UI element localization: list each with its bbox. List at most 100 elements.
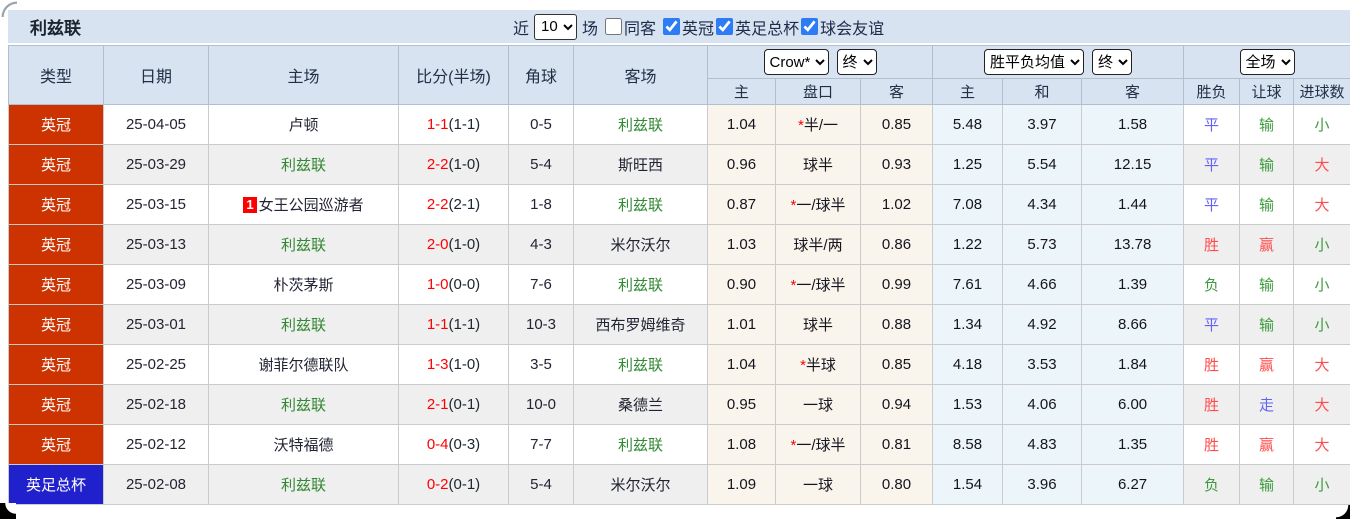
text-fragment: 利兹联 xyxy=(280,477,326,494)
text-fragment: 1-1 xyxy=(426,116,449,133)
league-filter[interactable]: 英冠 xyxy=(661,15,714,39)
text-fragment: (0-3) xyxy=(448,436,481,453)
avg-away-cell: 1.58 xyxy=(1081,104,1185,145)
handicap-result-cell: 输 xyxy=(1239,464,1295,505)
goals-cell: 小 xyxy=(1293,224,1350,265)
avg-away-cell: 6.00 xyxy=(1081,384,1185,425)
league-cell: 英冠 xyxy=(8,304,104,345)
text-fragment: (0-0) xyxy=(448,276,481,293)
handicap-cell: *半球 xyxy=(775,344,861,385)
text-fragment: 1-0 xyxy=(426,276,449,293)
avg-draw-cell: 4.34 xyxy=(1002,184,1083,225)
text-fragment: 利兹联 xyxy=(617,197,663,214)
home-team-cell: 卢顿 xyxy=(208,104,399,145)
home-odds-cell: 1.04 xyxy=(707,104,776,145)
average-state-select[interactable]: 终 xyxy=(1092,49,1133,75)
result-cell: 负 xyxy=(1183,264,1241,305)
matches-label: 场 xyxy=(582,20,599,38)
subcol-avg-draw: 和 xyxy=(1002,78,1083,105)
col-header-type: 类型 xyxy=(8,45,104,105)
handicap-cell: 一球 xyxy=(775,384,861,425)
league-label: 球会友谊 xyxy=(820,20,885,38)
goals-cell: 大 xyxy=(1293,144,1350,185)
scope-select[interactable]: 全场 xyxy=(1239,49,1295,75)
home-team-cell: 沃特福德 xyxy=(208,424,399,465)
average-select[interactable]: 胜平负均值 xyxy=(984,49,1085,75)
match-row: 英冠 25-03-09 朴茨茅斯 1-0(0-0) 7-6 利兹联 0.90 *一/球半 0.9… xyxy=(8,264,1350,305)
away-odds-cell: 0.85 xyxy=(859,344,934,385)
match-row: 英足总杯 25-02-08 利兹联 0-2(0-1) 5-4 米尔沃尔 1.09 一球 0.80… xyxy=(8,464,1350,505)
subcol-odds-away: 客 xyxy=(859,78,934,105)
corners-cell: 3-5 xyxy=(508,344,574,385)
recent-count-select[interactable]: 10 xyxy=(534,13,578,40)
league-cell: 英足总杯 xyxy=(8,464,104,505)
corners-cell: 10-3 xyxy=(508,304,574,345)
home-odds-cell: 1.09 xyxy=(707,464,776,505)
text-fragment: 桑德兰 xyxy=(617,397,663,414)
bookmaker-state-select[interactable]: 终 xyxy=(836,49,877,75)
text-fragment: 女王公园巡游者 xyxy=(258,197,364,214)
avg-away-cell: 12.15 xyxy=(1081,144,1185,185)
corners-cell: 10-0 xyxy=(508,384,574,425)
home-team-cell: 利兹联 xyxy=(208,464,399,505)
bookmaker-select[interactable]: Crow* xyxy=(763,49,829,75)
corners-cell: 4-3 xyxy=(508,224,574,265)
result-cell: 平 xyxy=(1183,104,1241,145)
result-cell: 平 xyxy=(1183,184,1241,225)
home-odds-cell: 1.08 xyxy=(707,424,776,465)
match-row: 英冠 25-04-05 卢顿 1-1(1-1) 0-5 利兹联 1.04 *半/一 0.85 5.… xyxy=(8,104,1350,145)
same-away-checkbox[interactable] xyxy=(605,18,623,35)
league-cell: 英冠 xyxy=(8,144,104,185)
home-team-cell: 1 女王公园巡游者 xyxy=(208,184,399,225)
result-cell: 负 xyxy=(1183,464,1241,505)
handicap-cell: 球半/两 xyxy=(775,224,861,265)
avg-draw-cell: 5.54 xyxy=(1002,144,1083,185)
corner-artifact-bottom-right xyxy=(1336,505,1350,519)
league-filter[interactable]: 球会友谊 xyxy=(799,15,884,39)
col-header-score: 比分(半场) xyxy=(398,45,509,105)
corner-artifact-top-left xyxy=(0,0,17,17)
score-cell: 1-1(1-1) xyxy=(398,104,509,145)
league-checkbox[interactable] xyxy=(663,18,681,35)
text-fragment: 1-3 xyxy=(426,356,449,373)
subcol-avg-away: 客 xyxy=(1081,78,1185,105)
text-fragment: 0-4 xyxy=(426,436,449,453)
league-checkbox[interactable] xyxy=(716,18,734,35)
goals-cell: 大 xyxy=(1293,344,1350,385)
text-fragment: * xyxy=(790,197,797,214)
match-row: 英冠 25-02-12 沃特福德 0-4(0-3) 7-7 利兹联 1.08 *一/球半 0.8… xyxy=(8,424,1350,465)
handicap-cell: *一/球半 xyxy=(775,424,861,465)
text-fragment: 1-1 xyxy=(426,316,449,333)
avg-away-cell: 1.84 xyxy=(1081,344,1185,385)
score-cell: 2-2(2-1) xyxy=(398,184,509,225)
rank-badge: 1 xyxy=(243,197,257,213)
avg-away-cell: 13.78 xyxy=(1081,224,1185,265)
date-cell: 25-03-29 xyxy=(103,144,209,185)
home-team-cell: 谢菲尔德联队 xyxy=(208,344,399,385)
away-odds-cell: 0.80 xyxy=(859,464,934,505)
league-filter[interactable]: 英足总杯 xyxy=(714,15,799,39)
goals-cell: 大 xyxy=(1293,424,1350,465)
text-fragment: (2-1) xyxy=(448,196,481,213)
corners-cell: 5-4 xyxy=(508,144,574,185)
text-fragment: (0-1) xyxy=(448,476,481,493)
handicap-result-cell: 走 xyxy=(1239,384,1295,425)
league-checkbox[interactable] xyxy=(801,18,819,35)
col-header-home: 主场 xyxy=(208,45,399,105)
subcol-handicap-result: 让球 xyxy=(1239,78,1295,105)
text-fragment: (0-1) xyxy=(448,396,481,413)
league-label: 英冠 xyxy=(682,20,715,38)
handicap-cell: *半/一 xyxy=(775,104,861,145)
subcol-odds-home: 主 xyxy=(707,78,776,105)
league-cell: 英冠 xyxy=(8,424,104,465)
away-team-cell: 利兹联 xyxy=(573,184,708,225)
avg-draw-cell: 4.06 xyxy=(1002,384,1083,425)
date-cell: 25-03-01 xyxy=(103,304,209,345)
same-away-filter[interactable]: 同客 xyxy=(603,15,656,39)
match-row: 英冠 25-03-01 利兹联 1-1(1-1) 10-3 西布罗姆维奇 1.01 球半 0.8… xyxy=(8,304,1350,345)
goals-cell: 小 xyxy=(1293,104,1350,145)
text-fragment: 2-1 xyxy=(426,396,449,413)
result-cell: 胜 xyxy=(1183,384,1241,425)
avg-home-cell: 1.25 xyxy=(932,144,1004,185)
corners-cell: 7-6 xyxy=(508,264,574,305)
